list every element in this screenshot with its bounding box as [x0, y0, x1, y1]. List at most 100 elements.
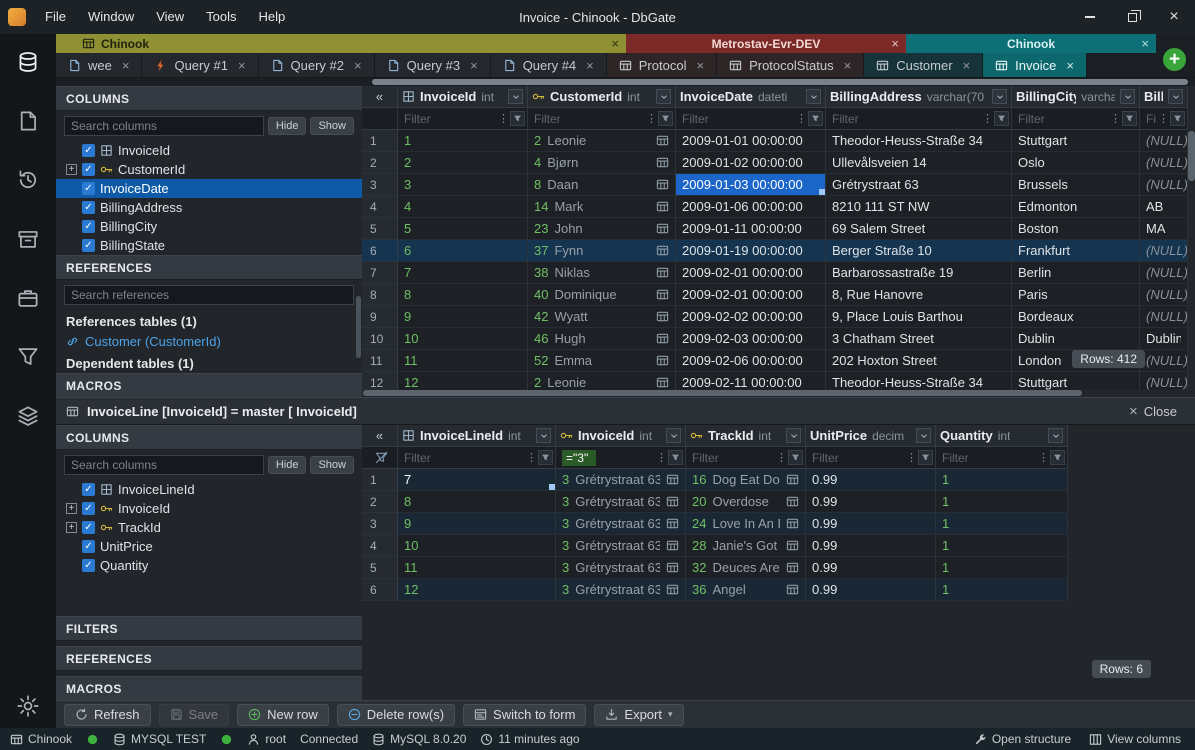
column-header-invoicelineid[interactable]: InvoiceLineIdint	[398, 425, 556, 447]
checkbox-checked[interactable]: ✓	[82, 521, 95, 534]
cell-unitprice[interactable]: 0.99	[806, 579, 936, 601]
cell-customerid[interactable]: 8Daan	[528, 174, 676, 196]
cell-billi[interactable]: (NULL)	[1140, 152, 1188, 174]
cell-invoicedate[interactable]: 2009-01-03 00:00:00	[676, 174, 826, 196]
checkbox-checked[interactable]: ✓	[82, 144, 95, 157]
cell-invoiceid[interactable]: 6	[398, 240, 528, 262]
cell-invoicedate[interactable]: 2009-02-01 00:00:00	[676, 284, 826, 306]
row-number[interactable]: 3	[362, 174, 398, 196]
cell-billingcity[interactable]: Edmonton	[1012, 196, 1140, 218]
column-header-quantity[interactable]: Quantityint	[936, 425, 1068, 447]
cell-billingcity[interactable]: Frankfurt	[1012, 240, 1140, 262]
filter-icon[interactable]	[668, 450, 683, 465]
row-number[interactable]: 1	[362, 469, 398, 491]
cell-customerid[interactable]: 40Dominique	[528, 284, 676, 306]
menu-window[interactable]: Window	[77, 0, 145, 34]
cell-invoicelineid[interactable]: 8	[398, 491, 556, 513]
cell-invoicedate[interactable]: 2009-01-01 00:00:00	[676, 130, 826, 152]
cell-invoiceid[interactable]: 3	[398, 174, 528, 196]
cell-customerid[interactable]: 14Mark	[528, 196, 676, 218]
column-header-invoicedate[interactable]: InvoiceDatedateti	[676, 86, 826, 108]
filter-input-billingcity[interactable]: Filter⋮	[1012, 108, 1140, 130]
cell-quantity[interactable]: 1	[936, 513, 1068, 535]
cell-trackid[interactable]: 28Janie's Got A Gun	[686, 535, 806, 557]
cell-billingaddress[interactable]: 3 Chatham Street	[826, 328, 1012, 350]
column-menu-icon[interactable]	[508, 89, 523, 104]
close-tab-icon[interactable]: ×	[963, 58, 971, 73]
cell-invoicelineid[interactable]: 10	[398, 535, 556, 557]
column-header-unitprice[interactable]: UnitPricedecim	[806, 425, 936, 447]
cell-invoicelineid[interactable]: 7	[398, 469, 556, 491]
search-input[interactable]	[64, 285, 354, 305]
cell-billi[interactable]: (NULL)	[1140, 174, 1188, 196]
activitybar-database-icon[interactable]	[16, 50, 40, 74]
settings-gear-icon[interactable]	[16, 694, 40, 718]
column-header-customerid[interactable]: CustomerIdint	[528, 86, 676, 108]
restore-button[interactable]	[1111, 0, 1153, 34]
column-menu-icon[interactable]	[666, 428, 681, 443]
connection-tab-chinook[interactable]: Chinook×	[56, 34, 626, 53]
close-tab-icon[interactable]: ×	[696, 58, 704, 73]
cell-invoiceid[interactable]: 3Grétrystraat 63	[556, 513, 686, 535]
filter-menu-icon[interactable]: ⋮	[796, 112, 806, 125]
row-number[interactable]: 3	[362, 513, 398, 535]
close-tab-icon[interactable]: ×	[122, 58, 130, 73]
reference-link-customer[interactable]: Customer (CustomerId)	[56, 331, 362, 352]
cell-billi[interactable]: AB	[1140, 196, 1188, 218]
cell-billi[interactable]: (NULL)	[1140, 372, 1188, 390]
cell-invoiceid[interactable]: 7	[398, 262, 528, 284]
filter-input-billingaddress[interactable]: Filter⋮	[826, 108, 1012, 130]
tab-query-1[interactable]: Query #1×	[142, 53, 258, 78]
row-number[interactable]: 12	[362, 372, 398, 390]
cell-billi[interactable]: (NULL)	[1140, 284, 1188, 306]
status-view-columns[interactable]: View columns	[1089, 732, 1181, 746]
new-tab-button[interactable]: +	[1161, 46, 1188, 73]
filter-menu-icon[interactable]: ⋮	[646, 112, 656, 125]
row-number[interactable]: 10	[362, 328, 398, 350]
filter-menu-icon[interactable]: ⋮	[982, 112, 992, 125]
column-menu-icon[interactable]	[656, 89, 671, 104]
column-header-invoiceid[interactable]: InvoiceIdint	[556, 425, 686, 447]
cell-billi[interactable]: (NULL)	[1140, 306, 1188, 328]
cell-billi[interactable]: (NULL)	[1140, 130, 1188, 152]
row-number[interactable]: 1	[362, 130, 398, 152]
checkbox-checked[interactable]: ✓	[82, 540, 95, 553]
row-number[interactable]: 7	[362, 262, 398, 284]
scrollbar-thumb[interactable]	[372, 79, 1188, 85]
cell-billingcity[interactable]: Berlin	[1012, 262, 1140, 284]
close-tab-icon[interactable]: ×	[844, 58, 852, 73]
cell-customerid[interactable]: 37Fynn	[528, 240, 676, 262]
cell-invoiceid[interactable]: 3Grétrystraat 63	[556, 579, 686, 601]
cell-billingaddress[interactable]: Theodor-Heuss-Straße 34	[826, 372, 1012, 390]
panel-section-macros[interactable]: MACROS	[56, 676, 362, 700]
search-input[interactable]	[64, 455, 264, 475]
filter-menu-icon[interactable]: ⋮	[1038, 451, 1048, 464]
panel-section-columns[interactable]: COLUMNS	[56, 86, 362, 111]
filter-icon[interactable]	[788, 450, 803, 465]
cell-invoicelineid[interactable]: 11	[398, 557, 556, 579]
menu-tools[interactable]: Tools	[195, 0, 247, 34]
close-connection-icon[interactable]: ×	[891, 36, 899, 51]
hide-columns-button[interactable]: Hide	[268, 456, 307, 474]
filter-input-unitprice[interactable]: Filter⋮	[806, 447, 936, 469]
panel-section-filters[interactable]: FILTERS	[56, 616, 362, 641]
cell-invoicedate[interactable]: 2009-02-01 00:00:00	[676, 262, 826, 284]
cell-trackid[interactable]: 24Love In An Elevator	[686, 513, 806, 535]
cell-quantity[interactable]: 1	[936, 579, 1068, 601]
filter-menu-icon[interactable]: ⋮	[906, 451, 916, 464]
row-number[interactable]: 5	[362, 218, 398, 240]
cell-invoicedate[interactable]: 2009-02-11 00:00:00	[676, 372, 826, 390]
cell-invoicelineid[interactable]: 12	[398, 579, 556, 601]
cell-invoicedate[interactable]: 2009-01-19 00:00:00	[676, 240, 826, 262]
panel-section-macros[interactable]: MACROS	[56, 373, 362, 397]
filter-input-invoicedate[interactable]: Filter⋮	[676, 108, 826, 130]
collapse-columns-button[interactable]: «	[362, 86, 398, 108]
checkbox-checked[interactable]: ✓	[82, 201, 95, 214]
switch-to-form-button[interactable]: Switch to form	[463, 704, 586, 726]
cell-customerid[interactable]: 46Hugh	[528, 328, 676, 350]
cell-invoiceid[interactable]: 10	[398, 328, 528, 350]
column-menu-icon[interactable]	[916, 428, 931, 443]
column-item-invoicedate[interactable]: ✓InvoiceDate	[56, 179, 362, 198]
close-tab-icon[interactable]: ×	[1066, 58, 1074, 73]
panel-section-columns[interactable]: COLUMNS	[56, 425, 362, 450]
